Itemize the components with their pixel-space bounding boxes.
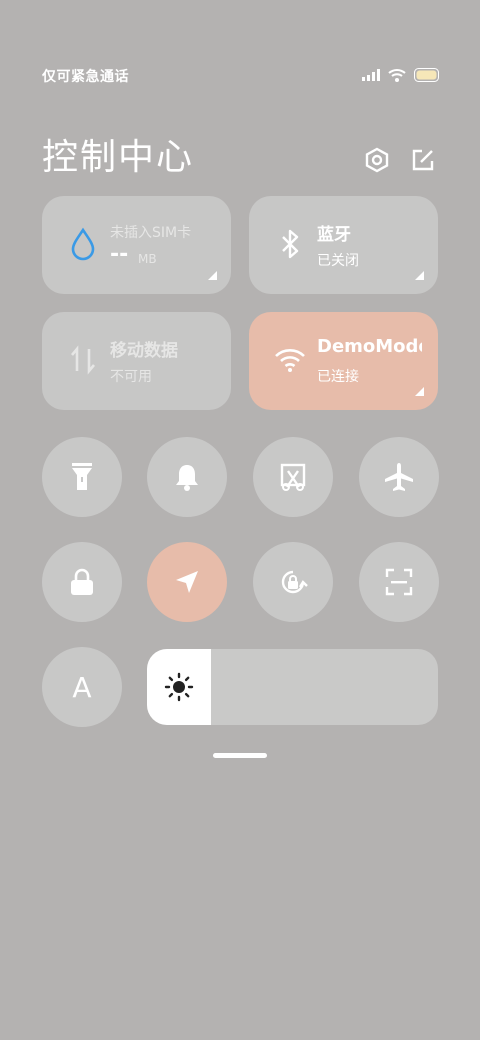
- water-drop-icon: [66, 226, 100, 262]
- data-usage-value: --: [110, 242, 129, 267]
- font-size-label: A: [72, 670, 92, 704]
- brightness-fill: [147, 649, 211, 725]
- wifi-tile[interactable]: DemoMode 已连接: [249, 312, 438, 410]
- edit-button[interactable]: [408, 145, 438, 175]
- expand-corner: [415, 387, 424, 396]
- expand-corner: [208, 271, 217, 280]
- settings-icon: [365, 147, 389, 173]
- wifi-status: 已连接: [317, 369, 359, 385]
- brightness-slider[interactable]: [147, 649, 438, 725]
- lock-screen-toggle[interactable]: [42, 542, 122, 622]
- lock-icon: [71, 568, 93, 595]
- bluetooth-tile[interactable]: 蓝牙 已关闭: [249, 196, 438, 294]
- airplane-icon: [385, 463, 413, 491]
- scan-icon: [385, 568, 413, 596]
- page-title: 控制中心: [42, 137, 195, 178]
- drag-handle[interactable]: [213, 753, 267, 758]
- bluetooth-status: 已关闭: [317, 253, 359, 269]
- data-usage-unit: MB: [138, 252, 157, 266]
- airplane-mode-toggle[interactable]: [359, 437, 439, 517]
- sun-icon: [164, 672, 194, 702]
- flashlight-toggle[interactable]: [42, 437, 122, 517]
- scanner-toggle[interactable]: [359, 542, 439, 622]
- data-usage-tile[interactable]: 未插入SIM卡 -- MB: [42, 196, 231, 294]
- bell-icon: [176, 465, 198, 491]
- ring-mode-toggle[interactable]: [147, 437, 227, 517]
- sim-status-label: 未插入SIM卡: [110, 225, 192, 241]
- screenshot-icon: [280, 463, 306, 491]
- settings-button[interactable]: [362, 145, 392, 175]
- location-toggle[interactable]: [147, 542, 227, 622]
- mobile-data-tile[interactable]: 移动数据 不可用: [42, 312, 231, 410]
- mobile-data-status: 不可用: [110, 369, 152, 385]
- wifi-icon: [273, 342, 307, 378]
- wifi-network-label: DemoMode: [317, 336, 422, 357]
- bluetooth-icon: [273, 226, 307, 262]
- status-icons: [362, 66, 440, 84]
- expand-corner: [415, 271, 424, 280]
- font-size-button[interactable]: A: [42, 647, 122, 727]
- flashlight-icon: [72, 463, 92, 490]
- rotation-lock-toggle[interactable]: [253, 542, 333, 622]
- battery-icon: [414, 68, 439, 82]
- screenshot-toggle[interactable]: [253, 437, 333, 517]
- rotation-lock-icon: [281, 570, 308, 594]
- edit-icon: [412, 149, 434, 171]
- bluetooth-label: 蓝牙: [317, 225, 351, 245]
- mobile-data-icon: [66, 342, 100, 378]
- status-carrier-text: 仅可紧急通话: [42, 69, 129, 85]
- wifi-icon: [388, 69, 406, 82]
- location-icon: [176, 571, 198, 593]
- mobile-data-label: 移动数据: [110, 341, 178, 361]
- signal-icon: [362, 69, 380, 81]
